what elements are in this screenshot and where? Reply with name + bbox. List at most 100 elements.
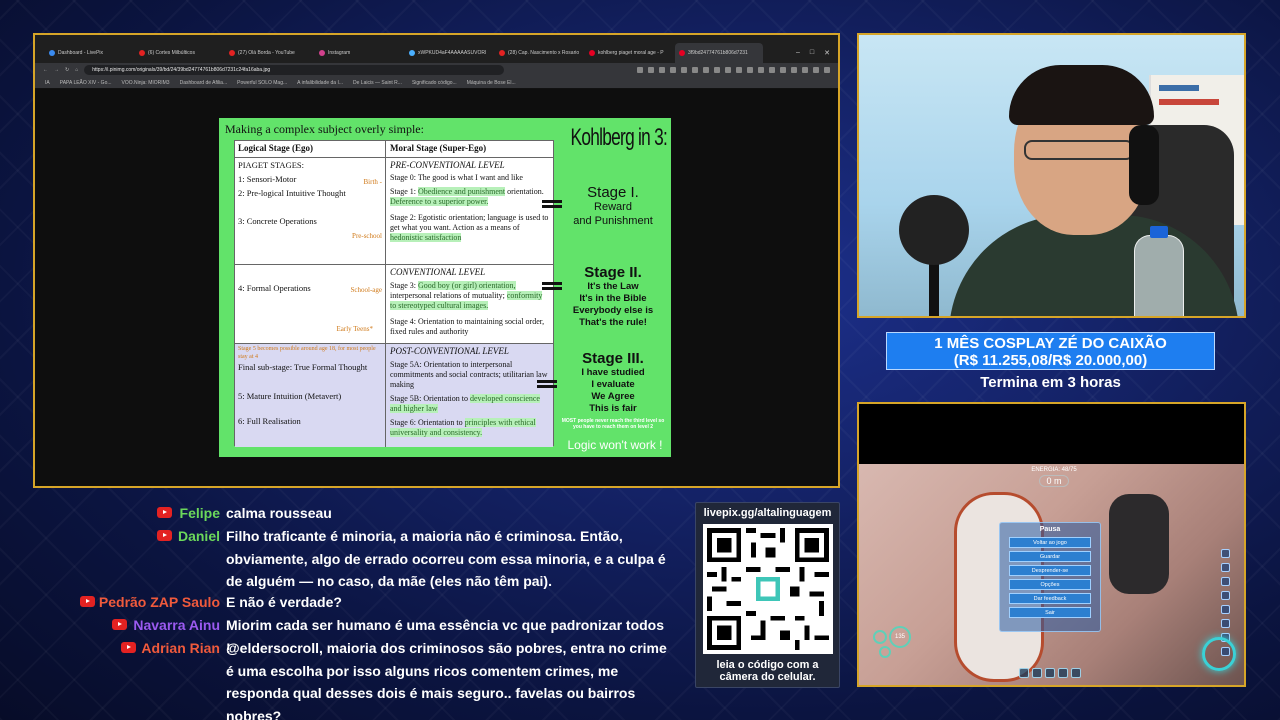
quit-button[interactable]: Sair: [1009, 607, 1091, 618]
youtube-icon: [112, 619, 127, 630]
url-field[interactable]: https://i.pinimg.com/originals/39/bd/24/…: [84, 65, 505, 75]
resume-button[interactable]: Voltar ao jogo: [1009, 537, 1091, 548]
extension-icon[interactable]: [758, 67, 764, 73]
energy-readout: ENERGIA: 48/75: [1031, 467, 1077, 473]
youtube-icon: [80, 596, 95, 607]
extension-icon[interactable]: [670, 67, 676, 73]
tab-favicon: [679, 50, 685, 56]
chat-author: Navarra Ainu: [133, 617, 220, 633]
hud-icon: [1221, 549, 1230, 558]
tab-video[interactable]: (28) Cap. Nascimento x Rosario: [495, 43, 583, 63]
home-icon[interactable]: ⌂: [75, 67, 78, 73]
stage-iii-line: I have studied: [581, 367, 645, 378]
bookmark[interactable]: PAPA LEÃO XIV - Go...: [60, 80, 112, 86]
feedback-button[interactable]: Dar feedback: [1009, 593, 1091, 604]
stage-ii-block: Stage II. It's the Law It's in the Bible…: [563, 264, 663, 329]
stage-ii-title: Stage II.: [584, 264, 642, 281]
extension-icon[interactable]: [791, 67, 797, 73]
stage-i-block: Stage I. Reward and Punishment: [563, 184, 663, 229]
livepix-qr-box: livepix.gg/altalinguagem leia o código c…: [695, 502, 840, 688]
unstuck-button[interactable]: Desprender-se: [1009, 565, 1091, 576]
extension-icon[interactable]: [747, 67, 753, 73]
forward-icon[interactable]: →: [54, 67, 59, 73]
tab-favicon: [229, 50, 235, 56]
pause-menu: Pausa Voltar ao jogo Guardar Desprender-…: [999, 522, 1101, 632]
bookmark[interactable]: A infalibilidade da I...: [297, 80, 343, 86]
extension-icon[interactable]: [637, 67, 643, 73]
stage-i-line: and Punishment: [573, 214, 653, 227]
extension-icon[interactable]: [802, 67, 808, 73]
tab-image[interactable]: xWPKUD4aF4AAAAASUVORI: [405, 43, 493, 63]
equals-sign: [537, 380, 557, 388]
extension-icon[interactable]: [692, 67, 698, 73]
extension-icon[interactable]: [725, 67, 731, 73]
post-conventional-row: Stage 5 becomes possible around age 18, …: [235, 343, 553, 447]
chat-author: Felipe: [179, 505, 220, 521]
post-left-cell: Stage 5 becomes possible around age 18, …: [235, 344, 386, 447]
tab-active-image[interactable]: 3f9bd24774761b806d7231: [675, 43, 763, 63]
extension-icon[interactable]: [659, 67, 665, 73]
pre-left-cell: PIAGET STAGES: 1: Sensori-Motor 2: Pre-l…: [235, 158, 386, 264]
extension-icon[interactable]: [824, 67, 830, 73]
cockpit-panel: [1109, 494, 1169, 594]
game-capture: ENERGIA: 48/75 0 m Pausa Voltar ao jogo …: [857, 402, 1246, 687]
bookmark[interactable]: Significado código...: [412, 80, 457, 86]
bookmark[interactable]: Powerful SOLO Mag...: [237, 80, 287, 86]
tab-youtube[interactable]: (27) Olá Borda - YouTube: [225, 43, 313, 63]
concrete-operations: 3: Concrete Operations: [238, 216, 317, 227]
hud-icon: [1221, 619, 1230, 628]
minimize-icon[interactable]: –: [796, 49, 800, 57]
tab-instagram[interactable]: Instagram: [315, 43, 403, 63]
extension-icon[interactable]: [648, 67, 654, 73]
glasses: [1024, 140, 1134, 160]
bookmark[interactable]: De Laicis — Saint R...: [353, 80, 402, 86]
tab-favicon: [589, 50, 595, 56]
youtube-icon: [157, 507, 172, 518]
bookmark[interactable]: IA: [45, 80, 50, 86]
extension-icon[interactable]: [714, 67, 720, 73]
qr-instructions: leia o código com a câmera do celular.: [696, 659, 839, 683]
col-left-header: Logical Stage (Ego): [235, 141, 386, 157]
chat-message: Navarra Ainu Miorim cada ser humano é um…: [60, 614, 690, 656]
extension-icon[interactable]: [769, 67, 775, 73]
bookmark[interactable]: VOO.Ninja: MIORIM3: [122, 80, 170, 86]
hud-icon: [1221, 577, 1230, 586]
back-icon[interactable]: ←: [43, 67, 48, 73]
quickslot: [1071, 668, 1081, 678]
chat-text: @eldersocroll, maioria dos criminosos sã…: [226, 640, 667, 720]
extension-icon[interactable]: [736, 67, 742, 73]
depth-readout: 0 m: [1039, 475, 1069, 487]
reload-icon[interactable]: ↻: [65, 67, 69, 73]
stage-6: Stage 6: Orientation to principles with …: [390, 418, 536, 438]
conventional-label: CONVENTIONAL LEVEL: [390, 267, 486, 277]
chat-author: Daniel: [177, 528, 220, 544]
food-ring: [879, 646, 891, 658]
tab-cortes[interactable]: (6) Cortes Milbúlticos: [135, 43, 223, 63]
tab-livepix[interactable]: Dashboard - LivePix: [45, 43, 133, 63]
stage-3: Stage 3: Good boy (or girl) orientation,…: [390, 281, 543, 311]
bookmark[interactable]: Máquina de Bose El...: [467, 80, 516, 86]
age-birth: Birth -: [363, 178, 382, 186]
tab-pinterest-search[interactable]: kohlberg piaget moral age - P: [585, 43, 673, 63]
age-schoolage: School-age: [350, 286, 383, 294]
quickslot: [1045, 668, 1055, 678]
save-button[interactable]: Guardar: [1009, 551, 1091, 562]
extension-icon[interactable]: [813, 67, 819, 73]
book: [1159, 99, 1219, 105]
stage-4: Stage 4: Orientation to maintaining soci…: [390, 317, 545, 337]
stage-5a: Stage 5A: Orientation to interpersonal c…: [390, 360, 548, 390]
options-button[interactable]: Opções: [1009, 579, 1091, 590]
maximize-icon[interactable]: □: [810, 49, 814, 57]
piaget-label: PIAGET STAGES:: [238, 160, 304, 170]
extension-icon[interactable]: [703, 67, 709, 73]
quickslot: [1032, 668, 1042, 678]
tab-favicon: [499, 50, 505, 56]
mature-intuition: 5: Mature Intuition (Metavert): [238, 390, 342, 401]
stage-5b: Stage 5B: Orientation to developed consc…: [390, 394, 540, 414]
extension-icon[interactable]: [681, 67, 687, 73]
close-icon[interactable]: ✕: [824, 49, 830, 57]
extension-icon[interactable]: [780, 67, 786, 73]
bookmark[interactable]: Dashboard de Afilia...: [180, 80, 228, 86]
stage-1: Stage 1: Obedience and punishment orient…: [390, 187, 544, 207]
browser-capture: Dashboard - LivePix (6) Cortes Milbúltic…: [33, 33, 840, 488]
